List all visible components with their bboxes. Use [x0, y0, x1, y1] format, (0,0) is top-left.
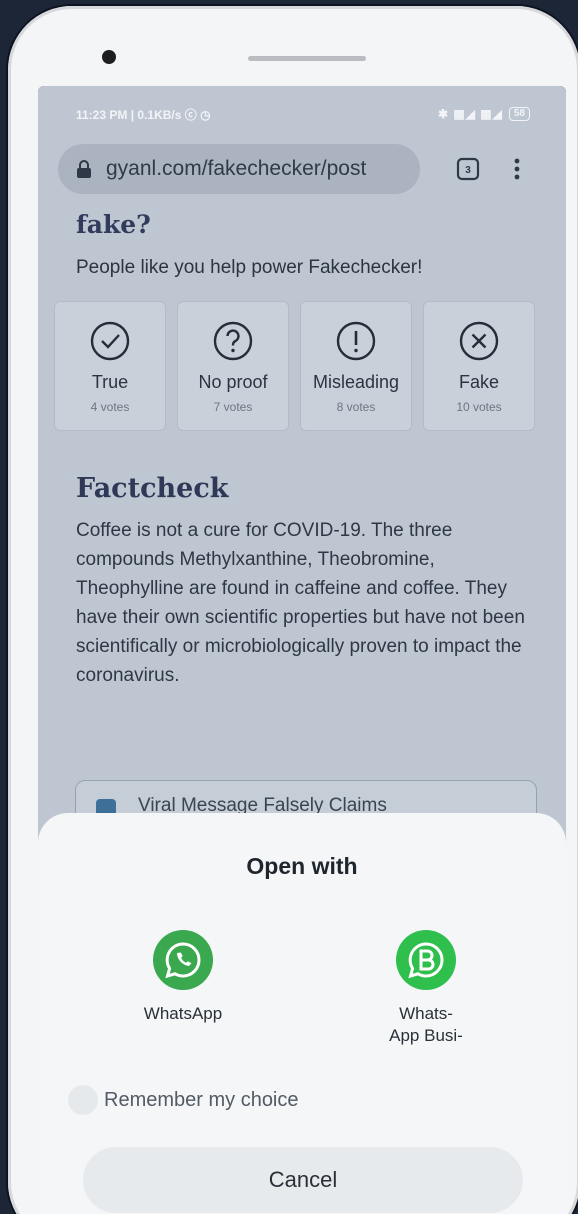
status-time: 11:23 PM | 0.1KB/s ⓒ ◷ — [76, 107, 211, 122]
vote-count: 8 votes — [336, 400, 376, 414]
vote-label: True — [91, 372, 129, 392]
open-with-dialog: Open with WhatsApp Whats- App Busi- Reme… — [38, 813, 566, 1214]
battery-icon: 58 — [508, 107, 530, 121]
factcheck-body: Coffee is not a cure for COVID-19. The t… — [76, 520, 525, 686]
lock-icon — [77, 160, 91, 178]
whatsapp-business-icon — [396, 930, 456, 990]
front-camera — [102, 50, 116, 64]
earpiece-speaker — [248, 56, 366, 61]
cancel-button[interactable]: Cancel — [83, 1147, 523, 1213]
dialog-title: Open with — [246, 853, 358, 879]
browser-toolbar: gyanl.com/fakechecker/post 3 — [58, 144, 558, 194]
vote-no-proof-button[interactable]: No proof 7 votes — [177, 301, 289, 431]
app-label: WhatsApp — [143, 1004, 223, 1023]
screen: 11:23 PM | 0.1KB/s ⓒ ◷ ✱ ▩◢ ▩◢ 58 gyanl.… — [38, 86, 566, 1214]
url-text: gyanl.com/fakechecker/post — [106, 157, 367, 180]
vote-label: No proof — [198, 372, 268, 392]
signal-icons: ✱ ▩◢ ▩◢ — [438, 107, 503, 121]
tab-count: 3 — [465, 165, 471, 176]
exclamation-circle-icon — [336, 321, 376, 361]
vote-misleading-button[interactable]: Misleading 8 votes — [300, 301, 412, 431]
question-heading: fake? — [76, 210, 151, 239]
remember-label: Remember my choice — [104, 1088, 299, 1111]
vote-count: 7 votes — [213, 400, 253, 414]
vote-label: Fake — [458, 372, 500, 392]
web-page: 11:23 PM | 0.1KB/s ⓒ ◷ ✱ ▩◢ ▩◢ 58 gyanl.… — [38, 86, 566, 1214]
vote-prompt: People like you help power Fakechecker! — [76, 257, 423, 278]
article-content: fake? People like you help power Fakeche… — [54, 210, 536, 690]
status-bar: 11:23 PM | 0.1KB/s ⓒ ◷ ✱ ▩◢ ▩◢ 58 — [38, 86, 566, 142]
vote-true-button[interactable]: True 4 votes — [54, 301, 166, 431]
app-label: Whats- App Busi- — [389, 1004, 463, 1045]
remember-checkbox[interactable] — [68, 1085, 98, 1115]
whatsapp-icon — [153, 930, 213, 990]
vote-options: True 4 votes No proof 7 votes Misleading… — [54, 301, 536, 431]
tab-switcher-icon[interactable]: 3 — [456, 157, 480, 181]
more-menu-icon[interactable] — [514, 157, 520, 181]
x-circle-icon — [459, 321, 499, 361]
check-circle-icon — [90, 321, 130, 361]
factcheck-heading: Factcheck — [76, 473, 229, 504]
vote-label: Misleading — [312, 372, 400, 392]
vote-count: 4 votes — [90, 400, 130, 414]
vote-fake-button[interactable]: Fake 10 votes — [423, 301, 535, 431]
app-option-whatsapp[interactable]: WhatsApp — [108, 929, 258, 1025]
vote-count: 10 votes — [456, 400, 502, 414]
question-circle-icon — [213, 321, 253, 361]
address-bar[interactable]: gyanl.com/fakechecker/post — [58, 144, 420, 194]
app-option-whatsapp-business[interactable]: Whats- App Busi- — [351, 929, 501, 1047]
phone-frame: 11:23 PM | 0.1KB/s ⓒ ◷ ✱ ▩◢ ▩◢ 58 gyanl.… — [8, 6, 578, 1214]
remember-choice-option[interactable]: Remember my choice — [68, 1085, 299, 1115]
